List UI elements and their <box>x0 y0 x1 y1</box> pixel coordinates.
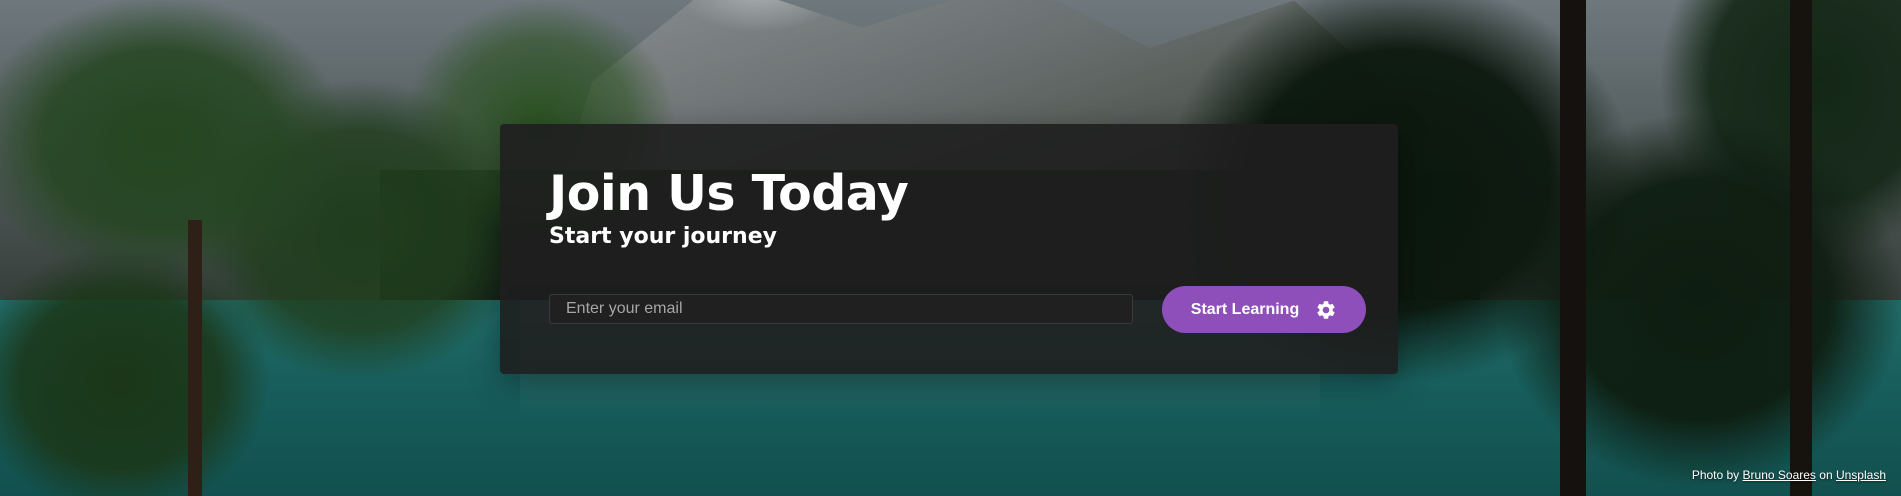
credit-connector: on <box>1819 468 1833 482</box>
signup-card: Join Us Today Start your journey Start L… <box>500 124 1398 374</box>
email-field[interactable] <box>549 294 1133 324</box>
page-title: Join Us Today <box>549 165 909 222</box>
photo-credit: Photo by Bruno Soares on Unsplash <box>1692 468 1886 482</box>
start-learning-label: Start Learning <box>1190 300 1300 318</box>
credit-prefix: Photo by <box>1691 468 1740 482</box>
gear-icon <box>1315 299 1337 321</box>
start-learning-button[interactable]: Start Learning <box>1162 286 1366 333</box>
author-link[interactable]: Bruno Soares <box>1743 468 1816 482</box>
page-subtitle: Start your journey <box>549 224 777 249</box>
unsplash-link[interactable]: Unsplash <box>1836 468 1886 482</box>
